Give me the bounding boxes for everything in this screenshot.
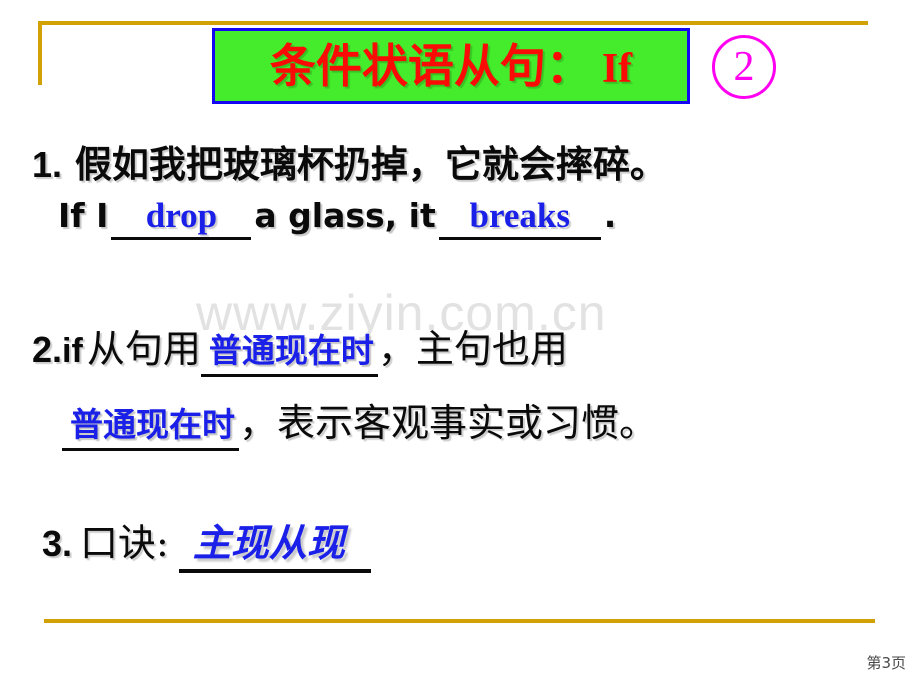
item-3-line: 3. 口诀: 主现从现	[42, 512, 371, 573]
item-1-english-after: .	[603, 196, 617, 235]
title-box: 条件状语从句： If	[212, 28, 690, 104]
item-3-number: 3.	[42, 523, 73, 564]
item-2-line-1-after: ，主句也用	[377, 327, 568, 371]
frame-top-rule	[38, 21, 868, 25]
answer-blank-tense-1[interactable]: 普通现在时	[200, 324, 378, 377]
item-1-chinese-text: 假如我把玻璃杯扔掉，它就会摔碎。	[74, 143, 667, 186]
frame-bottom-rule	[44, 619, 875, 623]
title-keyword: If	[601, 45, 633, 92]
item-2-line-2-after: ，表示客观事实或习惯。	[239, 401, 658, 445]
page-number: 第3页	[866, 654, 906, 672]
item-2-number: 2.	[32, 329, 63, 370]
frame-left-rule	[38, 21, 42, 85]
badge-number-label: 2	[733, 44, 755, 90]
item-1-english-middle: a glass, it	[254, 196, 436, 235]
item-2-line-1: 2. if 从句用 普通现在时 ，主句也用	[32, 318, 568, 377]
item-1-chinese-line: 1. 假如我把玻璃杯扔掉，它就会摔碎。	[32, 134, 667, 188]
slide-number-badge: 2	[712, 35, 776, 99]
answer-blank-tense-2[interactable]: 普通现在时	[62, 398, 239, 451]
item-1-english-before: If I	[58, 196, 109, 235]
answer-blank-drop[interactable]: drop	[111, 196, 252, 240]
item-2-line-1-before: 从句用	[86, 327, 201, 371]
page-title: 条件状语从句： If	[270, 43, 632, 90]
item-1-english-line: If I drop a glass, it breaks .	[58, 196, 616, 240]
slide-canvas: www.ziyin.com.cn 条件状语从句： If 2 1. 假如我把玻璃杯扔…	[0, 0, 920, 690]
answer-blank-breaks[interactable]: breaks	[438, 196, 601, 240]
item-2-line-2: 普通现在时 ，表示客观事实或习惯。	[62, 392, 657, 451]
item-1-number: 1.	[32, 144, 63, 185]
title-chinese: 条件状语从句：	[269, 38, 592, 93]
answer-blank-mnemonic[interactable]: 主现从现	[178, 512, 371, 573]
item-3-label: 口诀:	[80, 521, 169, 565]
item-2-keyword: if	[62, 332, 83, 370]
